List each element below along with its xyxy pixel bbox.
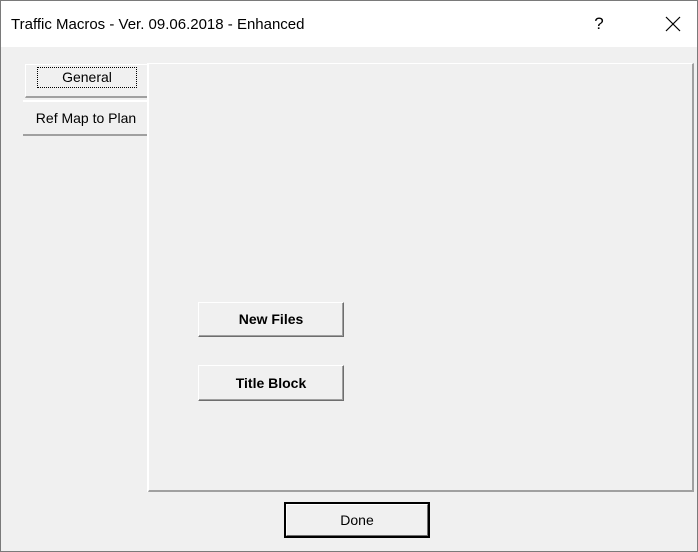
- help-button[interactable]: ?: [587, 12, 611, 36]
- tab-label: Ref Map to Plan: [35, 110, 137, 126]
- tab-general[interactable]: General: [25, 64, 148, 98]
- tab-label: General: [37, 67, 137, 88]
- close-icon: [665, 16, 681, 32]
- tab-page-general: [148, 63, 694, 492]
- close-button[interactable]: [658, 12, 688, 36]
- done-button[interactable]: Done: [284, 502, 430, 538]
- new-files-button[interactable]: New Files: [198, 302, 344, 337]
- tab-ref-map-to-plan[interactable]: Ref Map to Plan: [23, 100, 149, 136]
- window-title: Traffic Macros - Ver. 09.06.2018 - Enhan…: [11, 16, 305, 33]
- title-bar: Traffic Macros - Ver. 09.06.2018 - Enhan…: [1, 1, 697, 47]
- dialog-client-area: General Ref Map to Plan New Files Title …: [1, 47, 697, 551]
- title-block-button[interactable]: Title Block: [198, 365, 344, 401]
- dialog-window: Traffic Macros - Ver. 09.06.2018 - Enhan…: [0, 0, 698, 552]
